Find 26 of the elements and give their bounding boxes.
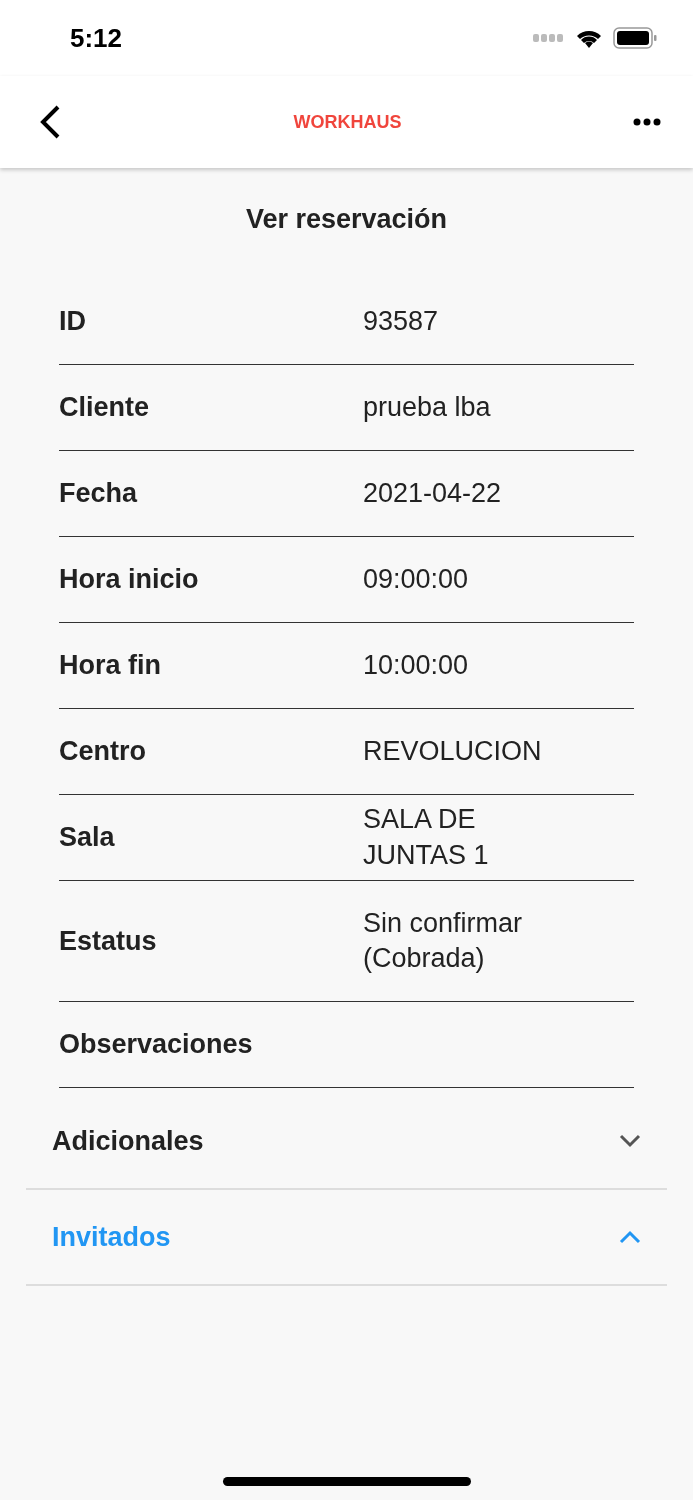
field-value: 10:00:00 — [363, 648, 470, 682]
field-label: Cliente — [59, 392, 151, 423]
section-header[interactable]: Adicionales — [26, 1094, 667, 1190]
field-label: Observaciones — [59, 1029, 254, 1060]
field-value: 09:00:00 — [363, 562, 470, 596]
field-label: Hora fin — [59, 650, 162, 681]
field-value: REVOLUCION — [363, 734, 543, 768]
field-value: SALA DE JUNTAS 1 — [363, 803, 490, 872]
chevron-up-icon — [619, 1230, 641, 1244]
field-label: Estatus — [59, 925, 158, 957]
field-label: ID — [59, 306, 87, 337]
field-value: 93587 — [363, 304, 440, 338]
status-time: 5:12 — [70, 22, 123, 54]
logo: WORKHAUS — [293, 111, 402, 133]
wifi-icon — [575, 28, 603, 48]
battery-icon — [613, 27, 657, 49]
field-label: Sala — [59, 822, 116, 853]
field-value: prueba lba — [363, 390, 492, 424]
chevron-down-icon — [619, 1134, 641, 1148]
signal-icon — [533, 34, 565, 42]
field-label: Hora inicio — [59, 564, 200, 595]
page-title: Ver reservación — [244, 204, 449, 235]
field-label: Fecha — [59, 478, 139, 509]
field-value: 2021-04-22 — [363, 476, 503, 510]
field-value: Sin confirmar (Cobrada) — [363, 906, 524, 975]
field-label: Centro — [59, 736, 147, 767]
